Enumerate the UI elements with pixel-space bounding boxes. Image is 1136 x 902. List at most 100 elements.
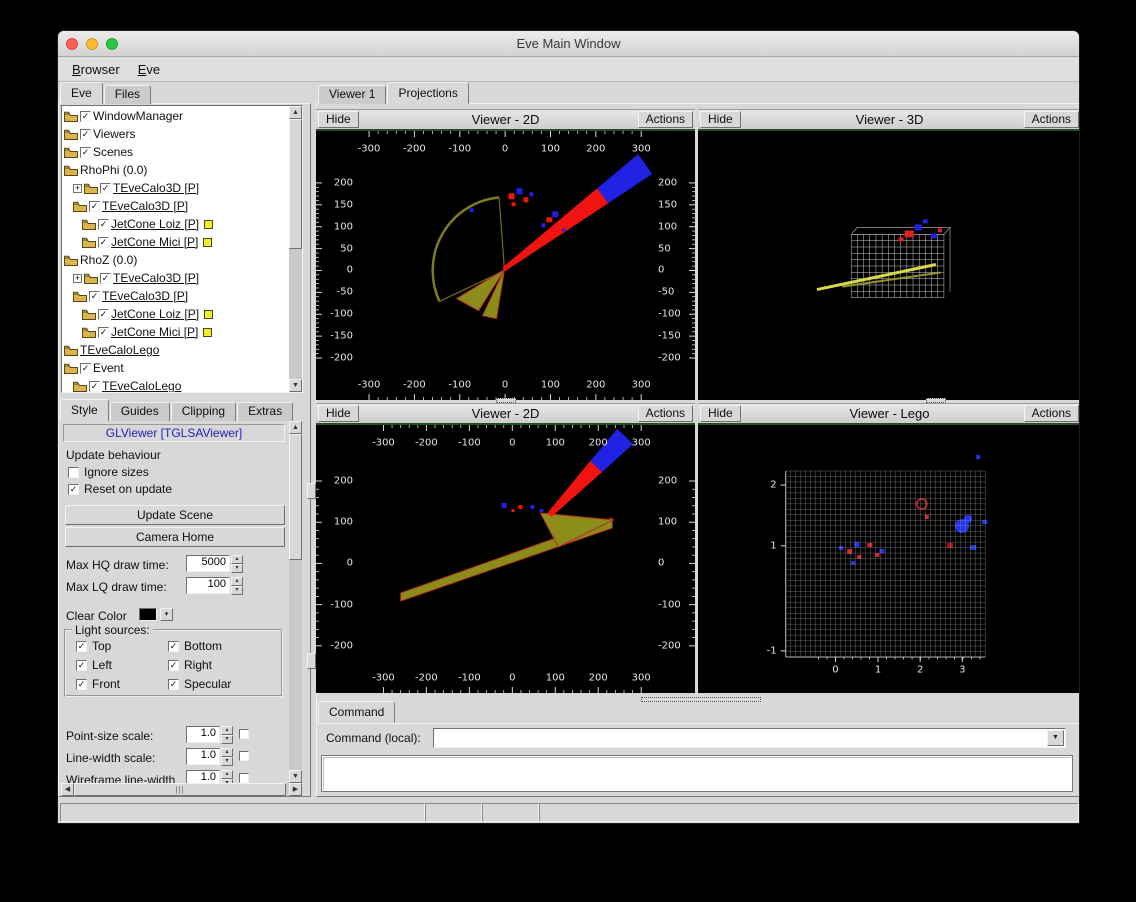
ignore-sizes-checkbox[interactable] (68, 466, 79, 478)
scale-checkbox[interactable] (239, 751, 249, 761)
tab-style[interactable]: Style (60, 399, 109, 421)
tree-checkbox[interactable]: ✓ (100, 272, 111, 284)
scroll-down-icon[interactable]: ▼ (289, 770, 302, 783)
scroll-down-icon[interactable]: ▼ (289, 379, 302, 392)
tree-item[interactable]: ✓ WindowManager (62, 107, 289, 125)
update-scene-button[interactable]: Update Scene (65, 505, 285, 525)
actions-button[interactable]: Actions (1023, 405, 1079, 422)
tree-checkbox[interactable]: ✓ (89, 380, 100, 392)
tree-item[interactable]: + ✓ TEveCalo3D [P] (62, 179, 289, 197)
max-lq-input[interactable]: 100 (186, 577, 230, 594)
actions-button[interactable]: Actions (637, 405, 693, 422)
viewer-viewport[interactable]: 0 1 2 3 2 1 -1 (698, 425, 1079, 693)
tree-checkbox[interactable]: ✓ (98, 326, 109, 338)
viewer-viewport[interactable]: -300 -300 -200 -200 -100 -100 0 0 100 100 200 200 30… (316, 425, 695, 693)
checkbox[interactable]: ✓ (76, 678, 87, 690)
tree-item[interactable]: ✓ Event (62, 359, 289, 377)
splitter-handle[interactable] (307, 483, 316, 499)
scale-input[interactable]: 1.0 (186, 726, 220, 743)
tree-item[interactable]: ✓ TEveCaloLego (62, 377, 289, 392)
light-source-right[interactable]: ✓ Right (168, 658, 277, 672)
scale-checkbox[interactable] (239, 773, 249, 783)
viewer-viewport[interactable] (698, 131, 1079, 400)
tree-checkbox[interactable]: ✓ (89, 290, 100, 302)
spinner[interactable]: ▴ ▾ (221, 748, 233, 766)
tree-checkbox[interactable]: ✓ (98, 236, 109, 248)
spin-up-icon[interactable]: ▴ (221, 770, 233, 779)
scroll-up-icon[interactable]: ▲ (289, 106, 302, 119)
scroll-thumb[interactable] (289, 434, 302, 560)
spin-up-icon[interactable]: ▴ (221, 748, 233, 757)
checkbox[interactable]: ✓ (76, 659, 87, 671)
scroll-up-icon[interactable]: ▲ (289, 421, 302, 434)
menu-browser[interactable]: Browser (63, 59, 129, 80)
spinner[interactable]: ▴ ▾ (221, 770, 233, 783)
max-hq-spinner[interactable]: ▴ ▾ (231, 555, 243, 573)
scale-input[interactable]: 1.0 (186, 748, 220, 765)
tree-checkbox[interactable]: ✓ (98, 218, 109, 230)
titlebar[interactable]: Eve Main Window (58, 31, 1079, 57)
light-source-left[interactable]: ✓ Left (76, 658, 168, 672)
tree-checkbox[interactable]: ✓ (80, 128, 91, 140)
tab-guides[interactable]: Guides (109, 402, 170, 421)
tab-viewer-1[interactable]: Viewer 1 (318, 85, 387, 104)
reset-on-update-row[interactable]: ✓ Reset on update (68, 482, 172, 496)
clear-color-swatch[interactable] (139, 608, 157, 621)
spin-up-icon[interactable]: ▴ (221, 726, 233, 735)
scale-input[interactable]: 1.0 (186, 770, 220, 783)
left-hscrollbar[interactable]: ◀ ▶ ||| (61, 783, 302, 796)
reset-on-update-checkbox[interactable]: ✓ (68, 483, 79, 495)
splitter-handle[interactable] (496, 398, 516, 403)
light-source-bottom[interactable]: ✓ Bottom (168, 639, 277, 653)
ignore-sizes-row[interactable]: Ignore sizes (68, 465, 149, 479)
spin-up-icon[interactable]: ▴ (231, 577, 243, 586)
spin-down-icon[interactable]: ▾ (231, 564, 243, 573)
actions-button[interactable]: Actions (1023, 111, 1079, 128)
viewer-viewport[interactable]: -300 -300 -200 -200 -100 -100 0 0 100 100 200 200 30… (316, 131, 695, 400)
scale-checkbox[interactable] (239, 729, 249, 739)
tree-item[interactable]: RhoZ (0.0) (62, 251, 289, 269)
scroll-thumb[interactable]: ||| (74, 783, 286, 796)
scroll-left-icon[interactable]: ◀ (61, 783, 74, 796)
tree-item[interactable]: ✓ JetCone Mici [P] (62, 323, 289, 341)
tree-item[interactable]: ✓ Viewers (62, 125, 289, 143)
tree-checkbox[interactable]: ✓ (100, 182, 111, 194)
splitter-handle[interactable] (926, 398, 946, 403)
splitter-handle[interactable] (307, 653, 316, 669)
camera-home-button[interactable]: Camera Home (65, 527, 285, 547)
tree-checkbox[interactable]: ✓ (89, 200, 100, 212)
checkbox[interactable]: ✓ (76, 640, 87, 652)
actions-button[interactable]: Actions (637, 111, 693, 128)
tab-projections[interactable]: Projections (387, 82, 469, 104)
command-output[interactable] (321, 755, 1073, 792)
tree-checkbox[interactable]: ✓ (80, 362, 91, 374)
spin-up-icon[interactable]: ▴ (231, 555, 243, 564)
tab-extras[interactable]: Extras (237, 402, 294, 421)
command-combobox[interactable]: ▼ (433, 728, 1066, 748)
tree-item[interactable]: ✓ JetCone Mici [P] (62, 233, 289, 251)
tree-item[interactable]: ✓ JetCone Loiz [P] (62, 305, 289, 323)
tree-checkbox[interactable]: ✓ (98, 308, 109, 320)
tree-item[interactable]: ✓ TEveCalo3D [P] (62, 287, 289, 305)
chevron-down-icon[interactable]: ▼ (1047, 730, 1064, 746)
hide-button[interactable]: Hide (318, 111, 359, 128)
tree-scrollbar[interactable]: ▲ ▼ (289, 106, 302, 392)
hide-button[interactable]: Hide (700, 111, 741, 128)
tree-item[interactable]: RhoPhi (0.0) (62, 161, 289, 179)
tree-checkbox[interactable]: ✓ (80, 110, 91, 122)
tree-item[interactable]: ✓ JetCone Loiz [P] (62, 215, 289, 233)
light-source-top[interactable]: ✓ Top (76, 639, 168, 653)
checkbox[interactable]: ✓ (168, 640, 179, 652)
tab-command[interactable]: Command (318, 701, 396, 723)
tab-eve[interactable]: Eve (60, 82, 103, 104)
scroll-right-icon[interactable]: ▶ (289, 783, 302, 796)
clear-color-dropdown-icon[interactable]: ▾ (160, 608, 173, 621)
tree-item[interactable]: ✓ TEveCalo3D [P] (62, 197, 289, 215)
menu-eve[interactable]: Eve (129, 59, 169, 80)
checkbox[interactable]: ✓ (168, 678, 179, 690)
style-scrollbar[interactable]: ▲ ▼ (289, 421, 302, 783)
spinner[interactable]: ▴ ▾ (221, 726, 233, 744)
tree-item[interactable]: TEveCaloLego (62, 341, 289, 359)
scroll-thumb[interactable] (289, 119, 302, 249)
expander-icon[interactable]: + (73, 183, 82, 193)
